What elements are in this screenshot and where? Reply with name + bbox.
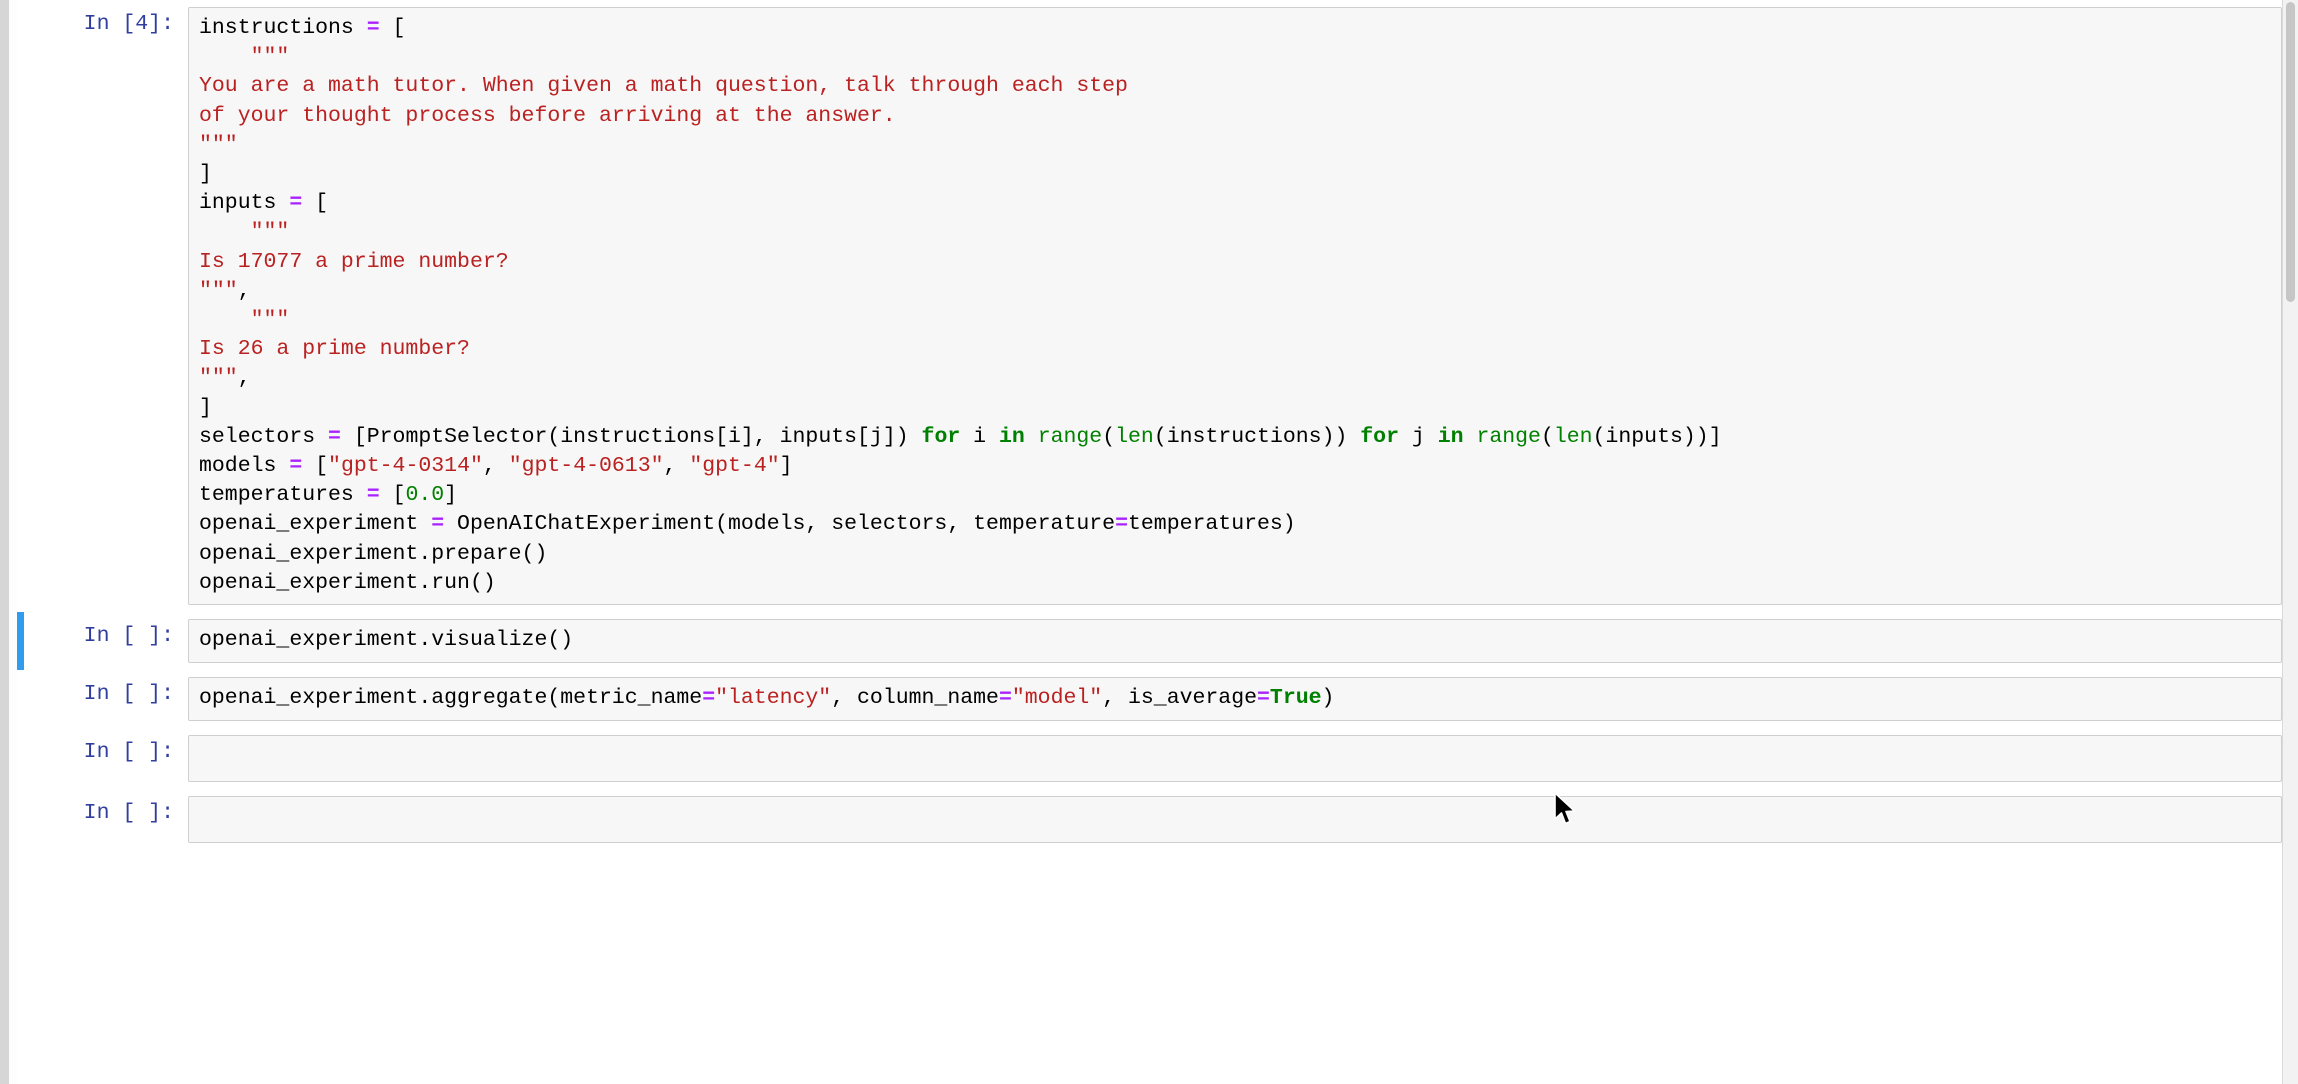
code-token: models bbox=[199, 454, 289, 478]
code-token: 0.0 bbox=[405, 483, 444, 507]
code-token: , bbox=[238, 366, 251, 390]
code-token: , bbox=[483, 454, 509, 478]
code-token: "latency" bbox=[715, 686, 831, 710]
code-token: ( bbox=[1102, 425, 1115, 449]
code-token: for bbox=[1360, 425, 1399, 449]
code-token: Is 17077 a prime number? bbox=[199, 250, 509, 274]
code-token: j bbox=[1399, 425, 1438, 449]
scrollbar-thumb[interactable] bbox=[2286, 2, 2295, 302]
code-token: "gpt-4" bbox=[689, 454, 779, 478]
code-token: in bbox=[999, 425, 1025, 449]
code-token: "model" bbox=[1012, 686, 1102, 710]
vertical-scrollbar[interactable] bbox=[2282, 0, 2298, 1084]
code-token: [ bbox=[380, 483, 406, 507]
code-token: (instructions)) bbox=[1154, 425, 1360, 449]
code-token: Is 26 a prime number? bbox=[199, 337, 470, 361]
code-token: temperatures bbox=[199, 483, 367, 507]
notebook-cell[interactable]: In [ ]: bbox=[17, 728, 2282, 789]
code-token: in bbox=[1438, 425, 1464, 449]
code-token: , column_name bbox=[831, 686, 999, 710]
code-token bbox=[1464, 425, 1477, 449]
code-token: (inputs))] bbox=[1593, 425, 1722, 449]
cell-code-editor[interactable]: instructions = [ """ You are a math tuto… bbox=[188, 7, 2282, 605]
code-token: "gpt-4-0314" bbox=[328, 454, 483, 478]
cell-prompt-label: In [ ]: bbox=[24, 735, 188, 769]
notebook-cell[interactable]: In [4]: instructions = [ """ You are a ma… bbox=[17, 0, 2282, 612]
code-token: = bbox=[289, 454, 302, 478]
notebook-cell-list: In [4]: instructions = [ """ You are a ma… bbox=[17, 0, 2282, 850]
code-token: [PromptSelector(instructions[i], inputs[… bbox=[341, 425, 922, 449]
code-token: = bbox=[367, 16, 380, 40]
code-token: "gpt-4-0613" bbox=[509, 454, 664, 478]
code-token bbox=[1025, 425, 1038, 449]
code-token: selectors bbox=[199, 425, 328, 449]
code-token: openai_experiment bbox=[199, 512, 431, 536]
code-token: """ bbox=[199, 279, 238, 303]
cell-code-editor[interactable]: openai_experiment.aggregate(metric_name=… bbox=[188, 677, 2282, 721]
code-token: ] bbox=[444, 483, 457, 507]
code-token: = bbox=[1257, 686, 1270, 710]
code-token: range bbox=[1038, 425, 1103, 449]
code-token: = bbox=[431, 512, 444, 536]
code-token: , bbox=[238, 279, 251, 303]
cell-prompt-label: In [ ]: bbox=[24, 796, 188, 830]
code-token: = bbox=[289, 191, 302, 215]
code-token: ] bbox=[199, 396, 212, 420]
code-token: """ bbox=[199, 220, 289, 244]
code-token: for bbox=[922, 425, 961, 449]
code-token: ) bbox=[1322, 686, 1335, 710]
window-left-edge bbox=[0, 0, 9, 1084]
code-token: You are a math tutor. When given a math … bbox=[199, 74, 1128, 98]
code-token: [ bbox=[380, 16, 406, 40]
notebook-cell[interactable]: In [ ]: openai_experiment.aggregate(metri… bbox=[17, 670, 2282, 728]
code-token: len bbox=[1115, 425, 1154, 449]
code-token: temperatures) bbox=[1128, 512, 1296, 536]
code-token: of your thought process before arriving … bbox=[199, 104, 896, 128]
code-token: openai_experiment.aggregate(metric_name bbox=[199, 686, 702, 710]
code-token: = bbox=[328, 425, 341, 449]
code-token: = bbox=[367, 483, 380, 507]
code-token: ] bbox=[780, 454, 793, 478]
code-token: = bbox=[702, 686, 715, 710]
cell-code-editor[interactable] bbox=[188, 796, 2282, 843]
code-token: instructions bbox=[199, 16, 367, 40]
code-token: openai_experiment.prepare() bbox=[199, 542, 547, 566]
cell-code-editor[interactable] bbox=[188, 735, 2282, 782]
code-token: """ bbox=[199, 308, 289, 332]
code-token: = bbox=[999, 686, 1012, 710]
code-token: """ bbox=[199, 133, 238, 157]
cell-prompt-label: In [4]: bbox=[24, 7, 188, 41]
cell-prompt-label: In [ ]: bbox=[24, 677, 188, 711]
code-token: """ bbox=[199, 45, 289, 69]
code-token: """ bbox=[199, 366, 238, 390]
cell-prompt-label: In [ ]: bbox=[24, 619, 188, 653]
code-token: [ bbox=[302, 191, 328, 215]
code-token: inputs bbox=[199, 191, 289, 215]
notebook-left-gutter bbox=[9, 0, 17, 1084]
cell-source-code: openai_experiment.visualize() bbox=[199, 626, 2273, 655]
code-token: ] bbox=[199, 162, 212, 186]
code-token: [ bbox=[302, 454, 328, 478]
cell-source-code: instructions = [ """ You are a math tuto… bbox=[199, 14, 2273, 598]
cell-source-code: openai_experiment.aggregate(metric_name=… bbox=[199, 684, 2273, 713]
notebook-root: In [4]: instructions = [ """ You are a ma… bbox=[0, 0, 2298, 1084]
code-token: len bbox=[1554, 425, 1593, 449]
code-token: , is_average bbox=[1102, 686, 1257, 710]
code-token: range bbox=[1476, 425, 1541, 449]
code-token: = bbox=[1115, 512, 1128, 536]
code-token: OpenAIChatExperiment(models, selectors, … bbox=[444, 512, 1115, 536]
code-token: True bbox=[1270, 686, 1322, 710]
code-token: i bbox=[960, 425, 999, 449]
code-token: ( bbox=[1541, 425, 1554, 449]
notebook-cell[interactable]: In [ ]: openai_experiment.visualize() bbox=[17, 612, 2282, 670]
notebook-cell[interactable]: In [ ]: bbox=[17, 789, 2282, 850]
code-token: openai_experiment.visualize() bbox=[199, 628, 573, 652]
code-token: openai_experiment.run() bbox=[199, 571, 496, 595]
cell-code-editor[interactable]: openai_experiment.visualize() bbox=[188, 619, 2282, 663]
code-token: , bbox=[664, 454, 690, 478]
